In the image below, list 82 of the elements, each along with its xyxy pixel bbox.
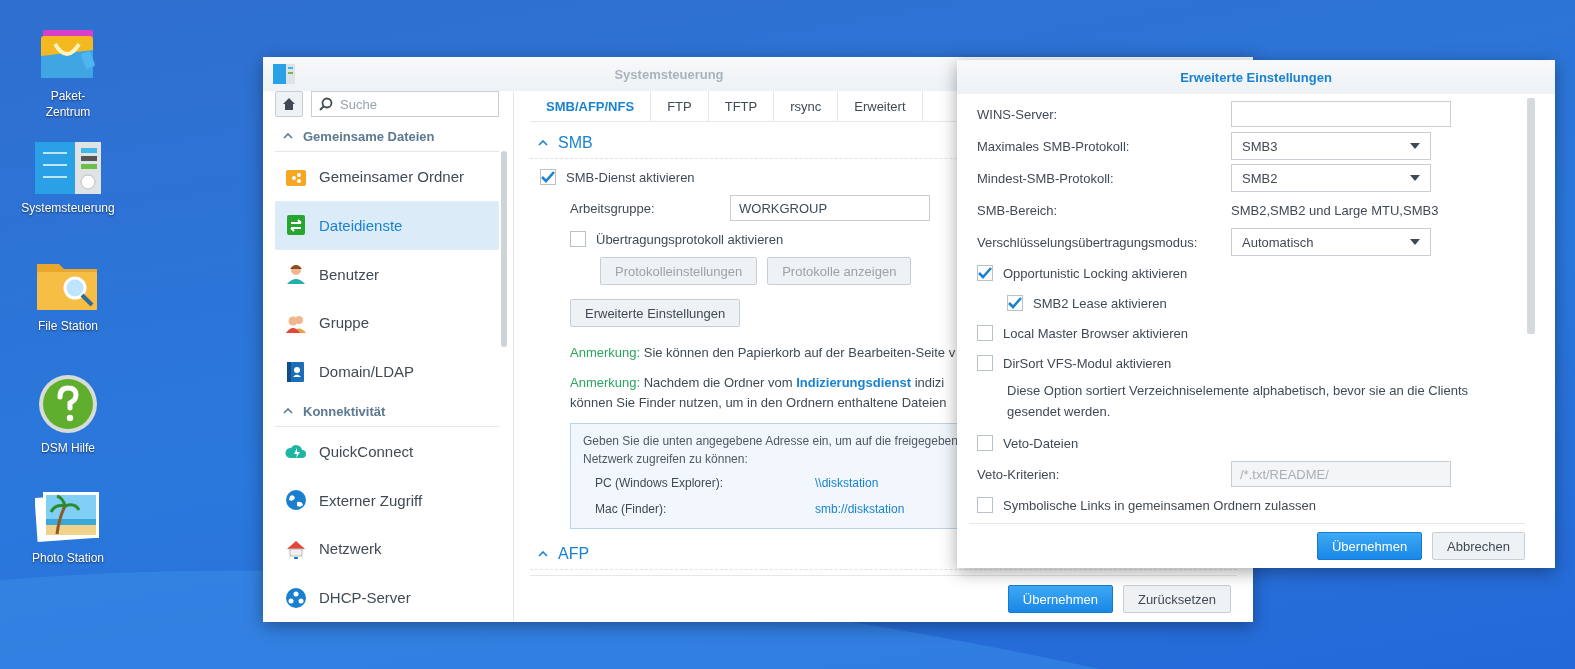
input-field[interactable]: WORKGROUP: [730, 195, 930, 221]
dropdown[interactable]: Automatisch: [1231, 228, 1431, 256]
checkbox-label[interactable]: SMB-Dienst aktivieren: [566, 169, 695, 185]
checkbox-label[interactable]: Local Master Browser aktivieren: [1003, 325, 1188, 341]
dropdown[interactable]: SMB2: [1231, 164, 1431, 192]
sidebar-item[interactable]: Netzwerk: [275, 524, 499, 574]
field-label: Veto-Kriterien:: [977, 466, 1061, 482]
checkbox-label[interactable]: Symbolische Links in gemeinsamen Ordnern zulassen: [1003, 497, 1316, 513]
checkbox[interactable]: [1007, 295, 1023, 311]
control-panel-icon: [35, 142, 101, 194]
caret-icon: [1410, 175, 1420, 181]
checkbox[interactable]: [540, 169, 556, 185]
field-label: Arbeitsgruppe:: [570, 200, 656, 216]
checkbox[interactable]: [977, 435, 993, 451]
checkbox[interactable]: [977, 355, 993, 371]
field-label: Mindest-SMB-Protokoll:: [977, 170, 1115, 186]
field-label: SMB-Bereich:: [977, 202, 1059, 218]
info-text: Geben Sie die unten angegebene Adresse ein, um auf die freigegeben Netzwerk zugreifen zu können:: [583, 433, 958, 468]
sidebar-item[interactable]: Gemeinsamer Ordner: [275, 152, 499, 201]
note-text: Anmerkung: Sie können den Papierkorb auf der Bearbeiten-Seite v: [569, 344, 957, 362]
dialog-title: Erweiterte Einstellungen: [957, 60, 1555, 94]
scrollbar[interactable]: [501, 151, 507, 347]
section-header[interactable]: Konnektivität: [275, 395, 499, 428]
globe-icon: [285, 489, 307, 512]
sidebar-item[interactable]: DHCP-Server: [275, 573, 499, 622]
desktop-icon-label[interactable]: File Station: [38, 318, 98, 334]
sidebar-item[interactable]: Externer Zugriff: [275, 475, 499, 525]
search-field[interactable]: Suche: [311, 91, 499, 117]
section-header[interactable]: Gemeinsame Dateien: [275, 121, 499, 153]
desktop-icon-label[interactable]: Systemsteuerung: [21, 200, 115, 216]
advanced-settings-button[interactable]: Erweiterte Einstellungen: [570, 299, 741, 327]
sidebar-item[interactable]: Domain/LDAP: [275, 347, 499, 396]
link[interactable]: Indizierungsdienst: [796, 375, 911, 390]
window-title: Systemsteuerung: [613, 66, 725, 82]
checkbox-label[interactable]: DirSort VFS-Modul aktivieren: [1003, 355, 1172, 371]
checkbox-label[interactable]: Opportunistic Locking aktivieren: [1003, 265, 1188, 281]
arrows-icon: [285, 214, 307, 237]
sidebar-item[interactable]: Benutzer: [275, 249, 499, 299]
sidebar-item[interactable]: Gruppe: [275, 298, 499, 348]
checkbox-label[interactable]: Übertragungsprotokoll aktivieren: [596, 231, 784, 247]
caret-icon: [283, 408, 293, 414]
desktop-icon-label[interactable]: Paket- Zentrum: [45, 88, 91, 120]
tab[interactable]: TFTP: [708, 91, 775, 121]
network-icon: [285, 586, 307, 609]
checkbox[interactable]: [977, 265, 993, 281]
tab[interactable]: SMB/AFP/NFS: [530, 91, 652, 121]
checkbox[interactable]: [977, 325, 993, 341]
control-panel-icon: [273, 64, 295, 84]
checkbox[interactable]: [977, 497, 993, 513]
caret-icon: [283, 133, 293, 140]
caret-icon: [538, 551, 548, 557]
address-label: Mac (Finder):: [595, 501, 668, 518]
home-icon: [282, 97, 296, 111]
checkbox-label[interactable]: Veto-Dateien: [1003, 435, 1079, 451]
desktop-icon-label[interactable]: Photo Station: [31, 550, 105, 566]
checkbox-label[interactable]: SMB2 Lease aktivieren: [1033, 295, 1167, 311]
cancel-button[interactable]: Abbrechen: [1432, 532, 1525, 560]
field-label: Maximales SMB-Protokoll:: [977, 138, 1131, 154]
person-icon: [285, 263, 307, 286]
sidebar-item[interactable]: QuickConnect: [275, 427, 499, 476]
address-book-icon: [285, 360, 307, 383]
tab[interactable]: FTP: [651, 91, 709, 121]
checkbox[interactable]: [570, 231, 586, 247]
tab[interactable]: Erweitert: [838, 91, 923, 121]
input-field[interactable]: [1231, 101, 1451, 127]
home-button[interactable]: [275, 91, 303, 117]
field-value: SMB2,SMB2 und Large MTU,SMB3: [1231, 202, 1440, 218]
dropdown[interactable]: SMB3: [1231, 132, 1431, 160]
question-mark-icon: [38, 374, 98, 434]
caret-icon: [538, 140, 548, 146]
reset-button[interactable]: Zurücksetzen: [1122, 585, 1231, 613]
scrollbar[interactable]: [1527, 98, 1535, 334]
description-text: Diese Option sortiert Verzeichniselemente alphabetisch, bevor sie an die Clients gesendet werden.: [1007, 382, 1470, 421]
search-icon: [319, 97, 333, 111]
address-label: PC (Windows Explorer):: [595, 475, 725, 492]
desktop-icon-label[interactable]: DSM Hilfe: [41, 440, 95, 456]
field-label: WINS-Server:: [977, 106, 1059, 122]
caret-icon: [1410, 143, 1420, 149]
field-label: Verschlüsselungsübertragungsmodus:: [977, 234, 1199, 250]
tab[interactable]: rsync: [774, 91, 839, 121]
beach-photo-icon: [35, 490, 101, 544]
caret-icon: [1410, 239, 1420, 245]
